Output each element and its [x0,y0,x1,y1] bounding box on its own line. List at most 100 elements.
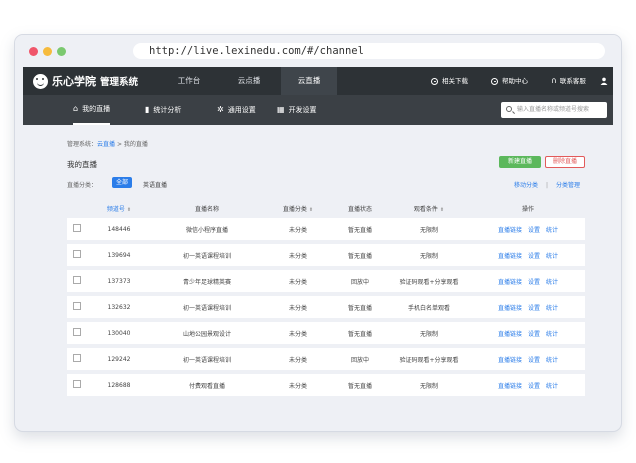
subnav-stats[interactable]: ▮ 统计分析 [145,95,181,125]
logo-subtitle: 管理系统 [100,77,139,88]
cell-status: 暂无直播 [333,372,387,400]
subnav-my-live-label: 我的直播 [82,105,111,113]
cell-live-name: 初一英语课程培训 [151,346,263,374]
row-checkbox[interactable] [73,224,81,232]
cell-channel-id: 129242 [87,346,151,374]
logo-text: 乐心学院 [52,75,96,88]
cell-channel-id: 139694 [87,242,151,270]
cell-condition: 无限制 [387,372,471,400]
settings-link[interactable]: 设置 [528,383,540,390]
links-separator: | [546,182,549,189]
user-menu[interactable] [600,67,608,95]
cell-channel-id: 137373 [87,268,151,296]
settings-link[interactable]: 设置 [528,253,540,260]
live-link[interactable]: 直播链接 [498,383,522,390]
category-english-button[interactable]: 英语直播 [143,180,167,189]
settings-link[interactable]: 设置 [528,331,540,338]
new-live-button[interactable]: 新建直播 [499,156,541,168]
table-row: 148446 微信小程序直播 未分类 暂无直播 无限制 直播链接 设置 统计 [67,218,585,244]
table-row: 128688 付费观看直播 未分类 暂无直播 无限制 直播链接 设置 统计 [67,372,585,400]
close-window-button[interactable] [29,47,38,56]
help-icon [491,77,498,85]
cell-actions: 直播链接 设置 统计 [471,242,585,270]
topnav-live[interactable]: 云直播 [281,67,337,95]
table-row: 129242 初一英语课程培训 未分类 回放中 验证码观看+分享观看 直播链接设… [67,346,585,374]
live-link[interactable]: 直播链接 [498,357,522,364]
cell-channel-id: 148446 [87,218,151,244]
cell-condition: 验证码观看+分享观看 [387,346,471,374]
topnav-vod[interactable]: 云点播 [221,67,277,95]
row-checkbox[interactable] [73,276,81,284]
row-checkbox[interactable] [73,328,81,336]
subnav-my-live[interactable]: ⌂ 我的直播 [73,95,111,125]
row-checkbox[interactable] [73,354,81,362]
cell-channel-id: 132632 [87,294,151,322]
maximize-window-button[interactable] [57,47,66,56]
live-link[interactable]: 直播链接 [498,305,522,312]
delete-live-button[interactable]: 删除直播 [545,156,585,168]
support-link[interactable]: ∩ 联系客服 [551,67,586,95]
header-status: 直播状态 [347,205,372,213]
row-checkbox[interactable] [73,250,81,258]
cell-category: 未分类 [263,218,333,244]
cell-category: 未分类 [263,372,333,400]
live-link[interactable]: 直播链接 [498,331,522,338]
cell-channel-id: 128688 [87,372,151,400]
cell-category: 未分类 [263,346,333,374]
cell-status: 暂无直播 [333,218,387,244]
downloads-link[interactable]: 相关下载 [431,67,468,95]
address-bar[interactable]: http://live.lexinedu.com/#/channel [133,43,605,59]
settings-link[interactable]: 设置 [528,227,540,234]
move-category-link[interactable]: 移动分类 [514,182,538,189]
header-condition[interactable]: 观看条件 ⬍ [387,198,471,218]
main-content: 管理系统：云直播 > 我的直播 我的直播 新建直播 删除直播 直播分类： 全部 … [23,125,613,431]
cell-category: 未分类 [263,268,333,296]
stats-link[interactable]: 统计 [546,331,558,338]
settings-link[interactable]: 设置 [528,279,540,286]
settings-link[interactable]: 设置 [528,305,540,312]
help-link[interactable]: 帮助中心 [491,67,528,95]
live-link[interactable]: 直播链接 [498,279,522,286]
cell-actions: 直播链接 设置 统计 [471,346,585,374]
headset-icon: ∩ [551,76,557,85]
header-actions: 操作 [521,205,534,213]
browser-window: http://live.lexinedu.com/#/channel 乐心学院 … [14,34,622,432]
breadcrumb-current: 我的直播 [123,141,148,148]
subnav-general-settings[interactable]: ✲ 通用设置 [217,95,256,125]
stats-link[interactable]: 统计 [546,279,558,286]
settings-link[interactable]: 设置 [528,357,540,364]
breadcrumb-live-link[interactable]: 云直播 [97,141,115,148]
header-live-name: 直播名称 [194,205,219,213]
breadcrumb-separator: > [115,141,124,148]
cell-status: 暂无直播 [333,242,387,270]
category-label: 直播分类： [67,182,98,189]
search-input[interactable]: 输入直播名称或频道号搜索 [501,102,607,118]
stats-link[interactable]: 统计 [546,383,558,390]
category-all-button[interactable]: 全部 [112,177,132,188]
subnav-dev-settings[interactable]: ▦ 开发设置 [277,95,317,125]
minimize-window-button[interactable] [43,47,52,56]
stats-link[interactable]: 统计 [546,357,558,364]
cell-live-name: 初一英语课程培训 [151,294,263,322]
table-row: 139694 初一英语课程培训 未分类 暂无直播 无限制 直播链接 设置 统计 [67,242,585,270]
category-actions: 移动分类 | 分类管理 [514,180,580,189]
live-link[interactable]: 直播链接 [498,227,522,234]
stats-link[interactable]: 统计 [546,253,558,260]
header-category[interactable]: 直播分类 ⬍ [263,198,333,218]
sort-icon: ⬍ [308,206,314,213]
stats-link[interactable]: 统计 [546,227,558,234]
cell-condition: 手机白名单观看 [387,294,471,322]
row-checkbox[interactable] [73,380,81,388]
app-logo[interactable]: 乐心学院 管理系统 [33,73,138,89]
grid-icon: ▦ [277,105,285,114]
cell-status: 暂无直播 [333,320,387,348]
stats-link[interactable]: 统计 [546,305,558,312]
cell-condition: 无限制 [387,320,471,348]
header-channel-id[interactable]: 频道号 ⬍ [87,198,151,218]
live-link[interactable]: 直播链接 [498,253,522,260]
home-icon: ⌂ [73,104,79,113]
manage-category-link[interactable]: 分类管理 [556,182,580,189]
row-checkbox[interactable] [73,302,81,310]
subnav-general-settings-label: 通用设置 [227,106,256,114]
topnav-workbench[interactable]: 工作台 [161,67,217,95]
